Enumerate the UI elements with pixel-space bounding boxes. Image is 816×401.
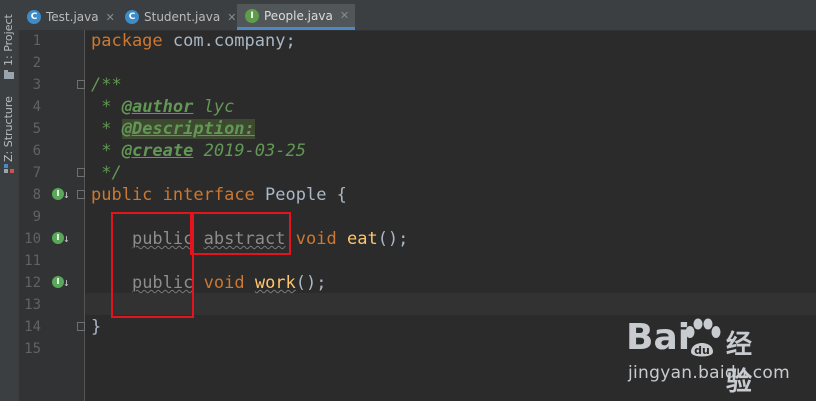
comment-text: /** bbox=[91, 75, 122, 95]
comment-text: * bbox=[91, 119, 122, 139]
keyword: public bbox=[91, 185, 153, 205]
keyword: void bbox=[295, 229, 337, 249]
code-line-1[interactable]: package com.company; bbox=[91, 30, 296, 52]
structure-icon bbox=[4, 164, 14, 173]
line-number: 11 bbox=[24, 253, 41, 269]
comment-text: */ bbox=[91, 163, 122, 183]
line-number: 6 bbox=[32, 143, 41, 159]
project-tool-button[interactable]: 1: Project bbox=[0, 4, 19, 96]
keyword: interface bbox=[162, 185, 255, 205]
watermark-url: jingyan.baidu.com bbox=[628, 363, 790, 383]
arrow-down-icon: ↓ bbox=[63, 276, 70, 289]
line-number: 10 bbox=[24, 231, 41, 247]
code-line-3[interactable]: /** bbox=[91, 74, 122, 96]
fold-marker-icon[interactable] bbox=[77, 322, 85, 331]
class-icon: C bbox=[125, 10, 139, 24]
tab-student-java[interactable]: C Student.java ✕ bbox=[117, 4, 236, 30]
keyword: package bbox=[91, 31, 163, 51]
folder-icon bbox=[4, 70, 14, 79]
line-number: 13 bbox=[24, 297, 41, 313]
fold-marker-icon[interactable] bbox=[77, 80, 85, 89]
annotation-box-public bbox=[111, 212, 194, 318]
tab-people-java[interactable]: I People.java ✕ bbox=[237, 4, 355, 30]
svg-text:du: du bbox=[694, 344, 710, 357]
close-icon[interactable]: ✕ bbox=[340, 9, 349, 22]
comment-text: * bbox=[91, 141, 122, 161]
interface-name: People { bbox=[254, 185, 347, 205]
tab-label: People.java bbox=[264, 8, 333, 23]
line-number: 12 bbox=[24, 275, 41, 291]
arrow-down-icon: ↓ bbox=[63, 188, 70, 201]
arrow-down-icon: ↓ bbox=[63, 232, 70, 245]
close-icon[interactable]: ✕ bbox=[227, 11, 236, 24]
close-icon[interactable]: ✕ bbox=[106, 11, 115, 24]
code-text: com.company; bbox=[162, 31, 296, 51]
line-number: 2 bbox=[32, 55, 41, 71]
line-number: 5 bbox=[32, 121, 41, 137]
paw-icon: du bbox=[685, 318, 721, 357]
code-text: (); bbox=[295, 273, 327, 293]
line-number: 1 bbox=[32, 33, 41, 49]
structure-tool-button[interactable]: Z: Structure bbox=[0, 96, 19, 182]
javadoc-tag: @Description: bbox=[121, 119, 255, 139]
interface-icon: I bbox=[245, 8, 259, 23]
tool-window-strip: 1: Project Z: Structure bbox=[0, 0, 20, 401]
code-line-7[interactable]: */ bbox=[91, 162, 122, 184]
line-number: 14 bbox=[24, 319, 41, 335]
javadoc-tag: @author bbox=[121, 97, 194, 117]
code-text: (); bbox=[377, 229, 409, 249]
line-number: 15 bbox=[24, 341, 41, 357]
comment-text: 2019-03-25 bbox=[193, 141, 306, 161]
javadoc-tag: @create bbox=[121, 141, 194, 161]
project-tool-label: 1: Project bbox=[2, 14, 15, 66]
fold-marker-icon[interactable] bbox=[77, 190, 85, 199]
comment-text: lyc bbox=[193, 97, 235, 117]
line-number: 7 bbox=[32, 165, 41, 181]
class-icon: C bbox=[27, 10, 41, 24]
tab-test-java[interactable]: C Test.java ✕ bbox=[19, 4, 115, 30]
line-number: 8 bbox=[32, 187, 41, 203]
code-line-4[interactable]: * @author lyc bbox=[91, 96, 234, 118]
code-line-6[interactable]: * @create 2019-03-25 bbox=[91, 140, 306, 162]
code-line-8[interactable]: public interface People { bbox=[91, 184, 347, 206]
fold-marker-icon[interactable] bbox=[77, 168, 85, 177]
editor-tab-bar: C Test.java ✕ C Student.java ✕ I People.… bbox=[19, 0, 816, 31]
line-number: 3 bbox=[32, 77, 41, 93]
code-text: } bbox=[91, 317, 102, 337]
watermark-cn: 经验 bbox=[726, 330, 753, 397]
baidu-watermark: Bai du 经验 jingyan.baidu.com bbox=[626, 312, 790, 397]
keyword: void bbox=[203, 273, 245, 293]
method-name: work bbox=[254, 273, 296, 293]
line-number: 9 bbox=[32, 209, 41, 225]
annotation-box-abstract bbox=[190, 212, 291, 255]
structure-tool-label: Z: Structure bbox=[2, 96, 15, 162]
line-number: 4 bbox=[32, 99, 41, 115]
comment-text: * bbox=[91, 97, 122, 117]
method-name: eat bbox=[346, 229, 378, 249]
tab-label: Student.java bbox=[144, 10, 221, 24]
code-line-5[interactable]: * @Description: bbox=[91, 118, 255, 140]
code-line-14[interactable]: } bbox=[91, 316, 101, 338]
tab-label: Test.java bbox=[46, 10, 99, 24]
